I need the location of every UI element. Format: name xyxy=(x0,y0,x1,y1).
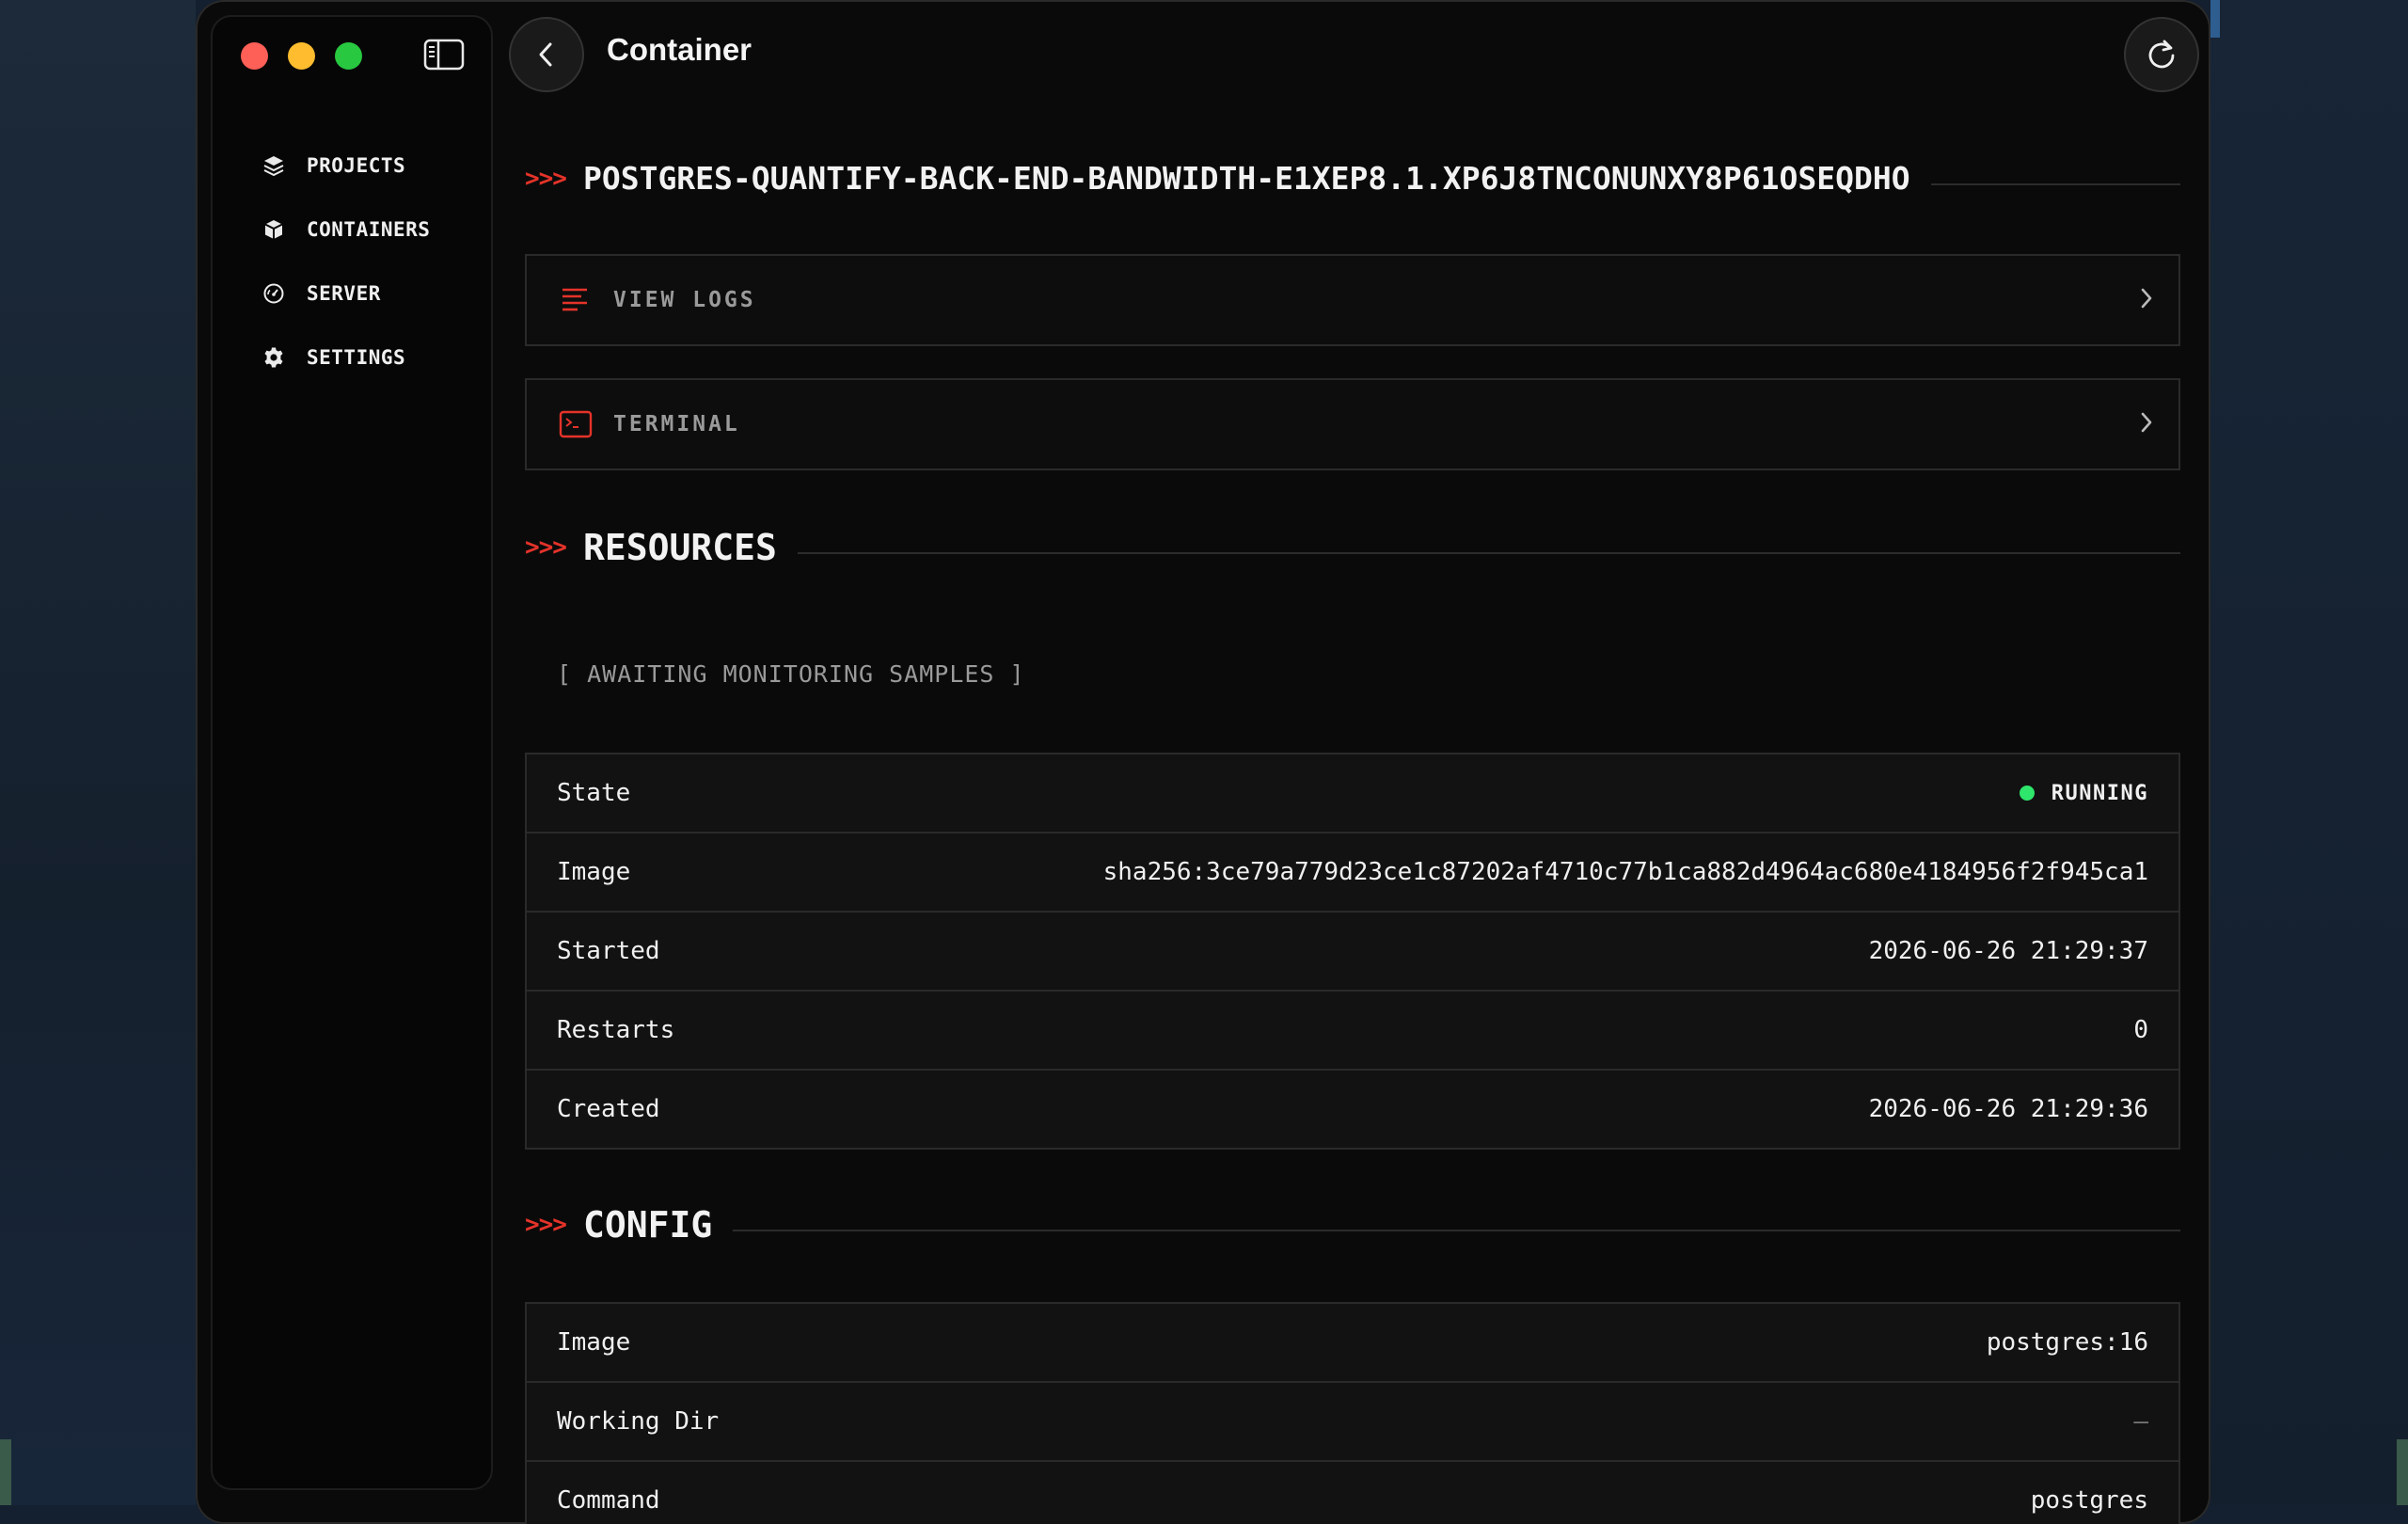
detail-value: sha256:3ce79a779d23ce1c87202af4710c77b1c… xyxy=(1102,858,2148,886)
detail-key: Created xyxy=(557,1095,660,1123)
config-heading: >>> CONFIG xyxy=(525,1204,2180,1246)
view-logs-label: VIEW LOGS xyxy=(613,288,756,312)
config-key: Command xyxy=(557,1486,660,1515)
container-details-table: State RUNNING Image sha256:3ce79a779d23c… xyxy=(525,753,2180,1150)
config-table: Image postgres:16 Working Dir — Command … xyxy=(525,1302,2180,1524)
minimize-window-button[interactable] xyxy=(288,42,315,70)
config-value: postgres:16 xyxy=(1986,1328,2148,1357)
gauge-icon xyxy=(261,281,286,306)
sidebar-item-label: SETTINGS xyxy=(307,346,406,369)
running-status-dot xyxy=(2019,786,2035,801)
config-value: — xyxy=(2133,1407,2148,1436)
desktop-background-left xyxy=(0,0,196,1505)
config-key: Image xyxy=(557,1328,631,1357)
table-row: Created 2026-06-26 21:29:36 xyxy=(527,1071,2178,1148)
table-row: Working Dir — xyxy=(527,1383,2178,1462)
back-button[interactable] xyxy=(509,17,584,92)
terminal-button[interactable]: TERMINAL xyxy=(525,378,2180,470)
zoom-window-button[interactable] xyxy=(335,42,362,70)
table-row: Restarts 0 xyxy=(527,992,2178,1071)
heading-divider xyxy=(1930,183,2180,185)
logs-icon xyxy=(557,281,594,319)
container-name: POSTGRES-QUANTIFY-BACK-END-BANDWIDTH-E1X… xyxy=(582,160,1910,197)
heading-divider xyxy=(797,552,2180,554)
status-badge: RUNNING xyxy=(2019,781,2148,805)
chevron-left-icon xyxy=(539,42,552,67)
layers-icon xyxy=(261,153,286,178)
resources-heading: >>> RESOURCES xyxy=(525,527,2180,568)
desktop-background-right xyxy=(2210,0,2408,1505)
heading-divider xyxy=(733,1230,2180,1231)
table-row: Command postgres xyxy=(527,1462,2178,1524)
terminal-label: TERMINAL xyxy=(613,412,740,437)
resources-title: RESOURCES xyxy=(582,527,777,568)
refresh-button[interactable] xyxy=(2124,17,2199,92)
table-row: Started 2026-06-26 21:29:37 xyxy=(527,913,2178,992)
terminal-icon xyxy=(557,405,594,443)
gear-icon xyxy=(261,345,286,370)
sidebar-toggle-icon[interactable] xyxy=(423,38,465,71)
page-title: Container xyxy=(607,32,752,67)
sidebar-item-label: CONTAINERS xyxy=(307,218,431,241)
chevron-right-icon xyxy=(2137,284,2156,316)
chevron-right-icon xyxy=(2137,408,2156,440)
detail-key: Restarts xyxy=(557,1016,675,1044)
view-logs-button[interactable]: VIEW LOGS xyxy=(525,254,2180,346)
config-value: postgres xyxy=(2030,1486,2148,1515)
sidebar-item-label: SERVER xyxy=(307,282,381,305)
detail-value: 2026-06-26 21:29:36 xyxy=(1868,1095,2148,1123)
table-row: Image postgres:16 xyxy=(527,1304,2178,1383)
sidebar-item-server[interactable]: SERVER xyxy=(261,262,430,325)
sidebar-item-containers[interactable]: CONTAINERS xyxy=(261,198,430,262)
sidebar-item-label: PROJECTS xyxy=(307,154,406,177)
detail-key: Started xyxy=(557,937,660,965)
sidebar: PROJECTS CONTAINERS SERVER SETTINGS xyxy=(211,15,493,1490)
sidebar-item-settings[interactable]: SETTINGS xyxy=(261,325,430,389)
prompt-marker: >>> xyxy=(525,1211,567,1239)
prompt-marker: >>> xyxy=(525,164,567,193)
close-window-button[interactable] xyxy=(241,42,268,70)
app-window: PROJECTS CONTAINERS SERVER SETTINGS Cont… xyxy=(196,0,2210,1524)
config-key: Working Dir xyxy=(557,1407,720,1436)
prompt-marker: >>> xyxy=(525,533,567,562)
config-title: CONFIG xyxy=(582,1204,713,1246)
container-name-heading: >>> POSTGRES-QUANTIFY-BACK-END-BANDWIDTH… xyxy=(525,160,2180,197)
sidebar-nav: PROJECTS CONTAINERS SERVER SETTINGS xyxy=(261,134,430,389)
box-icon xyxy=(261,217,286,242)
refresh-icon xyxy=(2148,40,2175,69)
awaiting-samples-message: [ AWAITING MONITORING SAMPLES ] xyxy=(557,660,1025,688)
sidebar-item-projects[interactable]: PROJECTS xyxy=(261,134,430,198)
detail-value: 2026-06-26 21:29:37 xyxy=(1868,937,2148,965)
table-row: Image sha256:3ce79a779d23ce1c87202af4710… xyxy=(527,833,2178,913)
detail-value: 0 xyxy=(2133,1016,2148,1044)
detail-key: Image xyxy=(557,858,631,886)
detail-value: RUNNING xyxy=(2051,781,2148,805)
table-row: State RUNNING xyxy=(527,754,2178,833)
detail-key: State xyxy=(557,779,631,807)
